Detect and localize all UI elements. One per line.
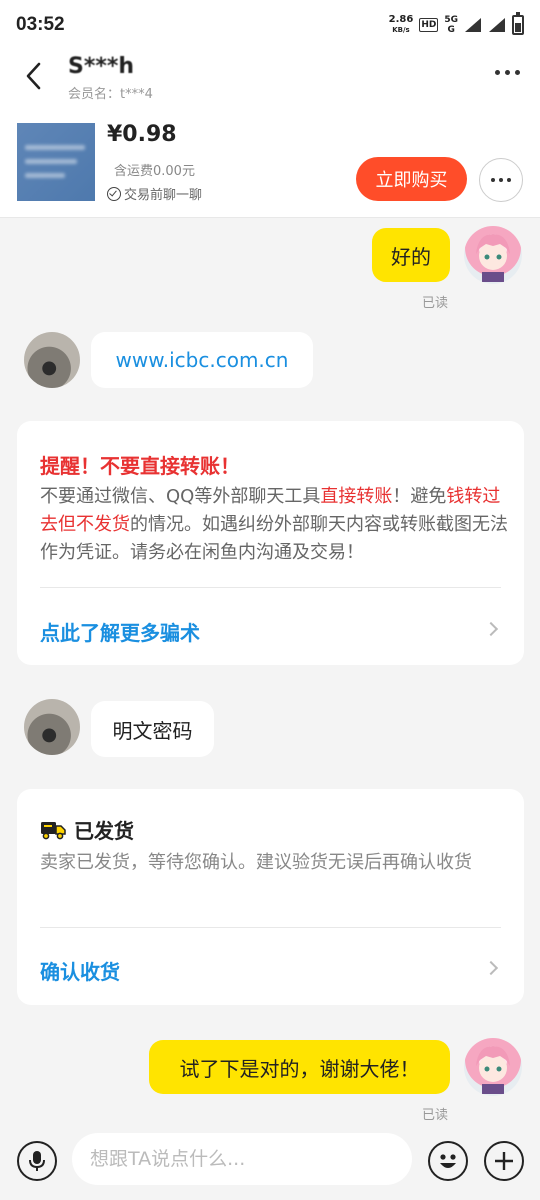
status-bar: 03:52 2.86 KB/s HD 5G G [0, 0, 540, 50]
shipping-title-row: 已发货 [40, 815, 134, 844]
hd-icon: HD [419, 18, 439, 32]
microphone-icon [29, 1151, 45, 1171]
blur-line [25, 159, 77, 164]
shipping-body: 卖家已发货，等待您确认。建议验货无误后再确认收货 [40, 852, 472, 873]
buy-now-button[interactable]: 立即购买 [356, 157, 467, 201]
message-bubble-other[interactable]: www.icbc.com.cn [91, 332, 313, 388]
message-bubble-other[interactable]: 明文密码 [91, 701, 214, 757]
network-type-bottom: G [447, 25, 455, 35]
blur-line [25, 173, 65, 178]
message-bubble-self[interactable]: 好的 [372, 228, 450, 282]
product-price: ¥0.98 [107, 122, 177, 147]
check-circle-icon [107, 186, 121, 201]
shipping-title: 已发货 [74, 819, 134, 843]
chevron-right-icon [483, 621, 499, 637]
dot [507, 178, 511, 182]
battery-icon [512, 12, 524, 35]
message-link[interactable]: www.icbc.com.cn [116, 348, 289, 372]
read-status: 已读 [422, 1108, 449, 1123]
dot [499, 178, 503, 182]
more-dots-icon [495, 70, 500, 75]
shipping-fee: 含运费0.00元 [114, 164, 195, 179]
card-divider [40, 927, 501, 928]
dot [505, 70, 510, 75]
more-options-button[interactable] [493, 64, 522, 81]
learn-scams-link[interactable]: 点此了解更多骗术 [40, 617, 200, 646]
network-type-label: 5G G [444, 15, 458, 35]
shipping-card: 已发货 卖家已发货，等待您确认。建议验货无误后再确认收货 确认收货 [17, 789, 524, 1005]
warning-text-1: 不要通过微信、QQ等外部聊天工具 [40, 486, 321, 507]
net-speed: 2.86 KB/s [389, 15, 414, 35]
input-bar [0, 1128, 540, 1200]
member-id: 会员名：t***4 [68, 87, 153, 102]
message-bubble-self[interactable]: 试了下是对的，谢谢大佬！ [149, 1040, 450, 1094]
truck-icon [41, 821, 66, 839]
net-speed-value: 2.86 [388, 14, 414, 25]
product-bar: ¥0.98 含运费0.00元 交易前聊一聊 立即购买 [0, 108, 540, 218]
trade-hint-text: 交易前聊一聊 [124, 188, 203, 203]
warning-card: 提醒！不要直接转账！ 不要通过微信、QQ等外部聊天工具直接转账！避免钱转过去但不… [17, 421, 524, 665]
warning-text-2: ！避免 [392, 486, 447, 507]
plus-icon [495, 1152, 513, 1170]
product-image[interactable] [17, 123, 95, 201]
emoji-button[interactable] [428, 1141, 468, 1181]
net-speed-unit: KB/s [392, 26, 410, 34]
network-type-top: 5G [444, 15, 458, 25]
product-more-button[interactable] [479, 158, 523, 202]
chat-header: S***h 会员名：t***4 [0, 50, 540, 108]
contact-avatar[interactable] [24, 699, 80, 755]
dot [515, 70, 520, 75]
signal-icon [465, 18, 481, 32]
contact-name: S***h [68, 54, 135, 79]
my-avatar[interactable] [464, 1038, 522, 1096]
message-input[interactable] [72, 1133, 412, 1185]
warning-title: 提醒！不要直接转账！ [40, 454, 240, 478]
more-dots-icon [491, 178, 495, 182]
blur-line [25, 145, 85, 150]
status-icons: 2.86 KB/s HD 5G G [389, 12, 524, 35]
anime-avatar-icon [476, 234, 510, 282]
trade-hint: 交易前聊一聊 [107, 184, 202, 203]
signal-icon-2 [489, 18, 505, 32]
warning-body: 不要通过微信、QQ等外部聊天工具直接转账！避免钱转过去但不发货的情况。如遇纠纷外… [40, 483, 508, 567]
plus-button[interactable] [484, 1141, 524, 1181]
card-divider [40, 587, 501, 588]
read-status: 已读 [422, 296, 449, 311]
chevron-right-icon [483, 960, 499, 976]
status-time: 03:52 [16, 14, 65, 35]
contact-avatar[interactable] [24, 332, 80, 388]
back-button[interactable] [18, 60, 48, 92]
warning-text-red-1: 直接转账 [320, 486, 393, 507]
back-arrow-icon [26, 62, 41, 90]
my-avatar[interactable] [464, 226, 522, 284]
confirm-receipt-link[interactable]: 确认收货 [40, 956, 120, 985]
anime-avatar-icon [476, 1046, 510, 1094]
emoji-icon [440, 1154, 456, 1168]
voice-button[interactable] [17, 1141, 57, 1181]
